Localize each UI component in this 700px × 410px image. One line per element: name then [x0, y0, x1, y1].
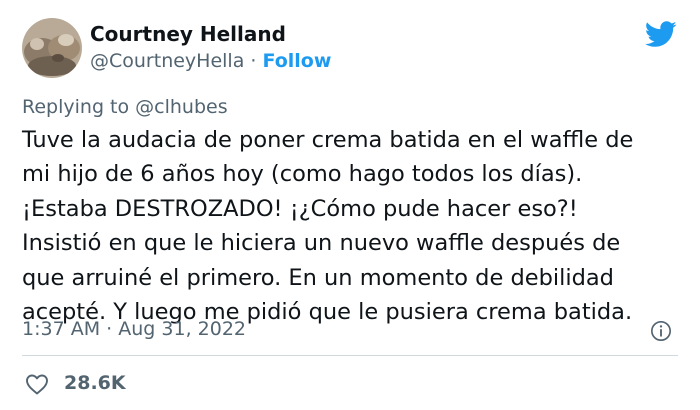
twitter-bird-icon[interactable] — [645, 21, 677, 48]
tweet-time[interactable]: 1:37 AM — [22, 318, 100, 340]
tweet-text: Tuve la audacia de poner crema batida en… — [22, 123, 687, 329]
replying-to: Replying to @clhubes — [22, 96, 228, 118]
follow-button[interactable]: Follow — [263, 50, 332, 72]
timestamp-row[interactable]: 1:37 AM · Aug 31, 2022 — [22, 318, 246, 340]
like-count[interactable]: 28.6K — [64, 372, 126, 394]
time-separator: · — [106, 318, 113, 340]
author-name[interactable]: Courtney Helland — [90, 22, 286, 46]
info-icon[interactable] — [650, 320, 672, 342]
reply-handle-link[interactable]: @clhubes — [135, 96, 227, 118]
author-handle[interactable]: @CourtneyHella — [90, 50, 244, 72]
handle-separator: · — [250, 50, 257, 72]
tweet-line: ¡Estaba DESTROZADO! ¡¿Cómo pude hacer es… — [22, 195, 578, 222]
replying-prefix: Replying to — [22, 96, 136, 118]
heart-icon[interactable] — [25, 373, 49, 395]
tweet-date[interactable]: Aug 31, 2022 — [118, 318, 246, 340]
tweet-line: Tuve la audacia de poner crema batida en… — [22, 127, 634, 153]
tweet-line: mi hijo de 6 años hoy (como hago todos l… — [22, 161, 583, 188]
avatar-photo — [22, 18, 82, 78]
author-handle-row: @CourtneyHella · Follow — [90, 50, 331, 72]
divider — [22, 355, 678, 356]
tweet-line: que arruiné el primero. En un momento de… — [22, 264, 614, 291]
avatar[interactable] — [22, 18, 82, 78]
tweet-line: Insistió en que le hiciera un nuevo waff… — [22, 230, 621, 257]
